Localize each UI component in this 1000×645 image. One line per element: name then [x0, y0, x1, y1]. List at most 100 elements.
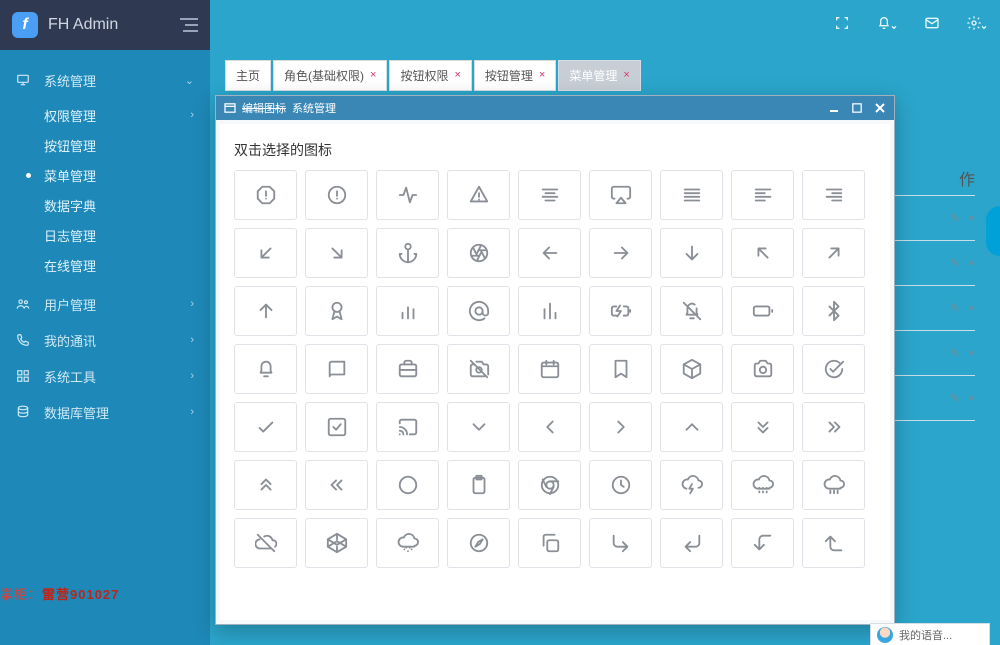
copy-icon[interactable] [518, 518, 581, 568]
align-justify-icon[interactable] [660, 170, 723, 220]
alert-triangle-icon[interactable] [447, 170, 510, 220]
cloud-off-icon[interactable] [234, 518, 297, 568]
check-square-icon[interactable] [305, 402, 368, 452]
del-icon[interactable]: × [968, 211, 975, 225]
camera-off-icon[interactable] [447, 344, 510, 394]
cast-icon[interactable] [376, 402, 439, 452]
bell-icon[interactable] [234, 344, 297, 394]
chevrons-right-icon[interactable] [802, 402, 865, 452]
cloud-lightning-icon[interactable] [660, 460, 723, 510]
airplay-icon[interactable] [589, 170, 652, 220]
arrow-up-left-icon[interactable] [731, 228, 794, 278]
nav-sub-0-1[interactable]: 按钮管理 [0, 130, 210, 160]
bell-icon[interactable] [876, 15, 898, 36]
check-icon[interactable] [234, 402, 297, 452]
edit-icon[interactable]: ✎ [950, 391, 960, 405]
corner-left-down-icon[interactable] [731, 518, 794, 568]
box-icon[interactable] [660, 344, 723, 394]
cloud-snow-icon[interactable] [376, 518, 439, 568]
float-button[interactable] [986, 206, 1000, 256]
compass-icon[interactable] [447, 518, 510, 568]
anchor-icon[interactable] [376, 228, 439, 278]
dialog-header[interactable]: 编辑图标 系统管理 [216, 96, 894, 120]
edit-icon[interactable]: ✎ [950, 301, 960, 315]
nav-sub-0-3[interactable]: 数据字典 [0, 190, 210, 220]
bar-chart-icon[interactable] [518, 286, 581, 336]
alert-circle-icon[interactable] [305, 170, 368, 220]
nav-section-0[interactable]: 系统管理⌄ [0, 62, 210, 98]
edit-icon[interactable]: ✎ [950, 211, 960, 225]
battery-charging-icon[interactable] [589, 286, 652, 336]
align-left-icon[interactable] [731, 170, 794, 220]
nav-section-2[interactable]: 我的通讯› [0, 322, 210, 358]
bell-off-icon[interactable] [660, 286, 723, 336]
cloud-drizzle-icon[interactable] [731, 460, 794, 510]
bar-chart-2-icon[interactable] [376, 286, 439, 336]
codepen-icon[interactable] [305, 518, 368, 568]
arrow-up-icon[interactable] [234, 286, 297, 336]
briefcase-icon[interactable] [376, 344, 439, 394]
tab-close-icon[interactable]: × [623, 69, 629, 81]
book-icon[interactable] [305, 344, 368, 394]
align-center-icon[interactable] [518, 170, 581, 220]
circle-icon[interactable] [376, 460, 439, 510]
chat-popup[interactable]: 我的语音... [870, 623, 990, 645]
clock-icon[interactable] [589, 460, 652, 510]
camera-icon[interactable] [731, 344, 794, 394]
arrow-down-icon[interactable] [660, 228, 723, 278]
chevrons-up-icon[interactable] [234, 460, 297, 510]
corner-down-right-icon[interactable] [589, 518, 652, 568]
chevrons-down-icon[interactable] [731, 402, 794, 452]
minimize-icon[interactable] [828, 102, 840, 114]
nav-sub-0-5[interactable]: 在线管理 [0, 250, 210, 280]
edit-icon[interactable]: ✎ [950, 256, 960, 270]
nav-section-1[interactable]: 用户管理› [0, 286, 210, 322]
chrome-icon[interactable] [518, 460, 581, 510]
chevrons-left-icon[interactable] [305, 460, 368, 510]
edit-icon[interactable]: ✎ [950, 346, 960, 360]
chevron-up-icon[interactable] [660, 402, 723, 452]
del-icon[interactable]: × [968, 256, 975, 270]
arrow-left-icon[interactable] [518, 228, 581, 278]
tab-0[interactable]: 主页 [225, 60, 271, 91]
align-right-icon[interactable] [802, 170, 865, 220]
arrow-right-icon[interactable] [589, 228, 652, 278]
fullscreen-icon[interactable] [834, 15, 850, 36]
tab-close-icon[interactable]: × [454, 69, 460, 81]
battery-icon[interactable] [731, 286, 794, 336]
tab-2[interactable]: 按钮权限× [389, 60, 471, 91]
tab-1[interactable]: 角色(基础权限)× [273, 60, 387, 91]
nav-section-4[interactable]: 数据库管理› [0, 394, 210, 430]
gear-icon[interactable] [966, 15, 988, 36]
clipboard-icon[interactable] [447, 460, 510, 510]
nav-sub-0-0[interactable]: 权限管理› [0, 100, 210, 130]
check-circle-icon[interactable] [802, 344, 865, 394]
alert-octagon-icon[interactable] [234, 170, 297, 220]
chevron-down-icon[interactable] [447, 402, 510, 452]
nav-sub-0-2[interactable]: 菜单管理 [0, 160, 210, 190]
chevron-right-icon[interactable] [589, 402, 652, 452]
activity-icon[interactable] [376, 170, 439, 220]
arrow-up-right-icon[interactable] [802, 228, 865, 278]
nav-sub-0-4[interactable]: 日志管理 [0, 220, 210, 250]
bookmark-icon[interactable] [589, 344, 652, 394]
arrow-down-right-icon[interactable] [305, 228, 368, 278]
corner-left-up-icon[interactable] [802, 518, 865, 568]
del-icon[interactable]: × [968, 346, 975, 360]
tab-close-icon[interactable]: × [370, 69, 376, 81]
close-icon[interactable] [874, 102, 886, 114]
arrow-down-left-icon[interactable] [234, 228, 297, 278]
tab-4[interactable]: 菜单管理× [558, 60, 640, 91]
calendar-icon[interactable] [518, 344, 581, 394]
del-icon[interactable]: × [968, 391, 975, 405]
maximize-icon[interactable] [852, 103, 862, 113]
mail-icon[interactable] [924, 15, 940, 36]
corner-down-left-icon[interactable] [660, 518, 723, 568]
at-sign-icon[interactable] [447, 286, 510, 336]
cloud-rain-icon[interactable] [802, 460, 865, 510]
tab-close-icon[interactable]: × [539, 69, 545, 81]
award-icon[interactable] [305, 286, 368, 336]
tab-3[interactable]: 按钮管理× [474, 60, 556, 91]
del-icon[interactable]: × [968, 301, 975, 315]
bluetooth-icon[interactable] [802, 286, 865, 336]
